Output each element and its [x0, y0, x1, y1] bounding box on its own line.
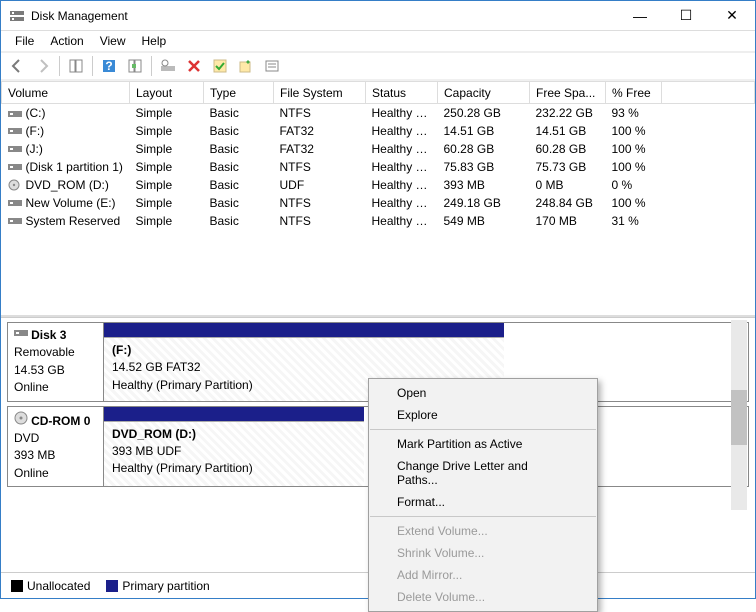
ctx-separator: [370, 429, 596, 430]
show-hide-icon[interactable]: [64, 55, 88, 77]
ctx-extend-volume: Extend Volume...: [369, 520, 597, 542]
volume-list: Volume Layout Type File System Status Ca…: [1, 81, 755, 317]
dvd-icon: [14, 414, 28, 428]
menu-help[interactable]: Help: [134, 32, 175, 50]
menubar: File Action View Help: [1, 31, 755, 53]
ctx-separator: [370, 516, 596, 517]
table-row[interactable]: (C:)SimpleBasicNTFSHealthy (B...250.28 G…: [2, 104, 755, 122]
ctx-add-mirror: Add Mirror...: [369, 564, 597, 586]
partition-detail: 393 MB UDF: [112, 444, 181, 458]
ctx-mark-active[interactable]: Mark Partition as Active: [369, 433, 597, 455]
disk-name: Disk 3: [31, 328, 66, 342]
delete-icon[interactable]: [182, 55, 206, 77]
disk-kind: DVD: [14, 431, 39, 445]
partition-body: DVD_ROM (D:) 393 MB UDF Healthy (Primary…: [104, 421, 364, 487]
toolbar-separator: [151, 56, 152, 76]
ctx-delete-volume: Delete Volume...: [369, 586, 597, 608]
app-icon: [9, 8, 25, 24]
table-row[interactable]: (J:)SimpleBasicFAT32Healthy (P...60.28 G…: [2, 140, 755, 158]
partition-color-bar: [104, 323, 504, 337]
disk-icon: [14, 328, 28, 342]
col-layout[interactable]: Layout: [130, 82, 204, 104]
forward-button[interactable]: [31, 55, 55, 77]
menu-file[interactable]: File: [7, 32, 42, 50]
table-row[interactable]: (Disk 1 partition 1)SimpleBasicNTFSHealt…: [2, 158, 755, 176]
legend-primary: Primary partition: [106, 579, 209, 593]
menu-action[interactable]: Action: [42, 32, 91, 50]
maximize-button[interactable]: ☐: [663, 1, 709, 30]
partition[interactable]: DVD_ROM (D:) 393 MB UDF Healthy (Primary…: [104, 407, 364, 487]
scrollbar-thumb[interactable]: [731, 390, 747, 445]
partition-label: (F:): [112, 343, 131, 357]
legend-unallocated: Unallocated: [11, 579, 90, 593]
minimize-button[interactable]: —: [617, 1, 663, 30]
toolbar-separator: [59, 56, 60, 76]
refresh-icon[interactable]: [123, 55, 147, 77]
volume-icon: [8, 108, 22, 120]
partition-label: DVD_ROM (D:): [112, 427, 196, 441]
checkmark-icon[interactable]: [208, 55, 232, 77]
col-freespace[interactable]: Free Spa...: [530, 82, 606, 104]
table-row[interactable]: System ReservedSimpleBasicNTFSHealthy (S…: [2, 212, 755, 230]
toolbar: ?: [1, 53, 755, 81]
column-header-row: Volume Layout Type File System Status Ca…: [2, 82, 755, 104]
window-buttons: — ☐ ✕: [617, 1, 755, 30]
help-icon[interactable]: ?: [97, 55, 121, 77]
disk-size: 393 MB: [14, 448, 55, 462]
ctx-shrink-volume: Shrink Volume...: [369, 542, 597, 564]
back-button[interactable]: [5, 55, 29, 77]
new-icon[interactable]: [234, 55, 258, 77]
scrollbar[interactable]: [731, 320, 747, 510]
disk-kind: Removable: [14, 345, 75, 359]
svg-text:?: ?: [105, 59, 112, 73]
col-capacity[interactable]: Capacity: [438, 82, 530, 104]
menu-view[interactable]: View: [92, 32, 134, 50]
ctx-open[interactable]: Open: [369, 382, 597, 404]
volume-icon: [8, 125, 22, 137]
volume-icon: [8, 143, 22, 155]
context-menu: Open Explore Mark Partition as Active Ch…: [368, 378, 598, 612]
settings-icon[interactable]: [156, 55, 180, 77]
col-volume[interactable]: Volume: [2, 82, 130, 104]
disk-name: CD-ROM 0: [31, 414, 90, 428]
table-row[interactable]: (F:)SimpleBasicFAT32Healthy (P...14.51 G…: [2, 122, 755, 140]
volume-icon: [8, 161, 22, 173]
volume-icon: [8, 215, 22, 227]
ctx-change-drive-letter[interactable]: Change Drive Letter and Paths...: [369, 455, 597, 491]
volume-icon: [8, 197, 22, 209]
window-title: Disk Management: [31, 9, 617, 23]
col-spacer: [662, 82, 755, 104]
disk-state: Online: [14, 380, 49, 394]
col-type[interactable]: Type: [204, 82, 274, 104]
properties-icon[interactable]: [260, 55, 284, 77]
col-pctfree[interactable]: % Free: [606, 82, 662, 104]
col-filesystem[interactable]: File System: [274, 82, 366, 104]
toolbar-separator: [92, 56, 93, 76]
ctx-format[interactable]: Format...: [369, 491, 597, 513]
partition-color-bar: [104, 407, 364, 421]
table-row[interactable]: New Volume (E:)SimpleBasicNTFSHealthy (P…: [2, 194, 755, 212]
disk-info[interactable]: CD-ROM 0 DVD 393 MB Online: [8, 407, 104, 487]
partition-health: Healthy (Primary Partition): [112, 378, 253, 392]
titlebar: Disk Management — ☐ ✕: [1, 1, 755, 31]
table-row[interactable]: DVD_ROM (D:)SimpleBasicUDFHealthy (P...3…: [2, 176, 755, 194]
disk-size: 14.53 GB: [14, 363, 65, 377]
disk-state: Online: [14, 466, 49, 480]
close-button[interactable]: ✕: [709, 1, 755, 30]
col-status[interactable]: Status: [366, 82, 438, 104]
partition-health: Healthy (Primary Partition): [112, 461, 253, 475]
disk-partitions: DVD_ROM (D:) 393 MB UDF Healthy (Primary…: [104, 407, 364, 487]
volume-icon: [8, 179, 22, 191]
partition-detail: 14.52 GB FAT32: [112, 360, 201, 374]
ctx-explore[interactable]: Explore: [369, 404, 597, 426]
disk-info[interactable]: Disk 3 Removable 14.53 GB Online: [8, 323, 104, 401]
